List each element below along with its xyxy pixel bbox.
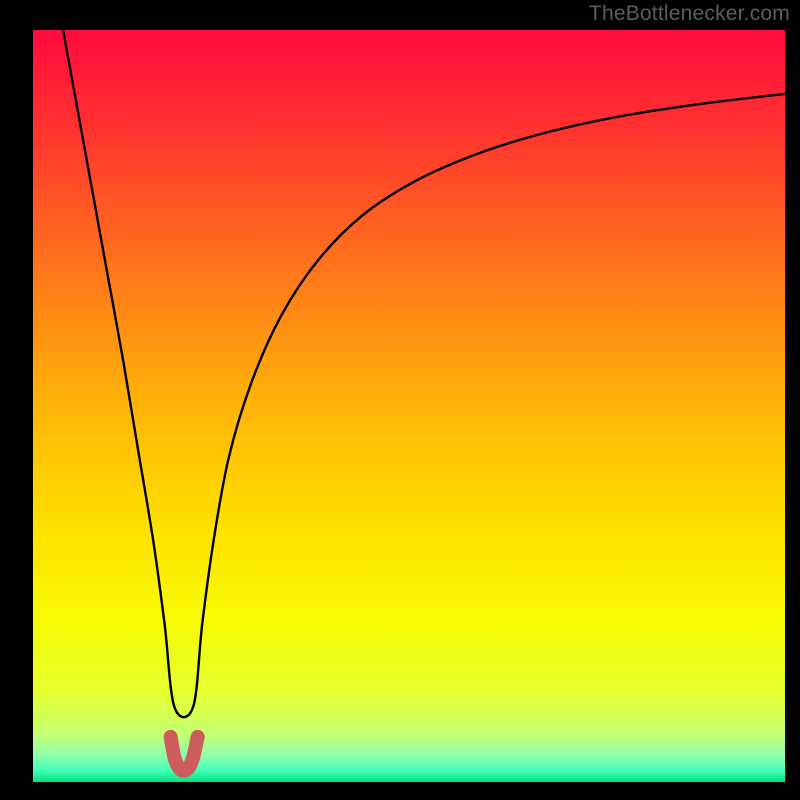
chart-svg bbox=[33, 30, 785, 782]
gradient-background bbox=[33, 30, 785, 782]
plot-area bbox=[33, 30, 785, 782]
watermark-text: TheBottlenecker.com bbox=[589, 2, 790, 26]
chart-frame: TheBottlenecker.com bbox=[0, 0, 800, 800]
